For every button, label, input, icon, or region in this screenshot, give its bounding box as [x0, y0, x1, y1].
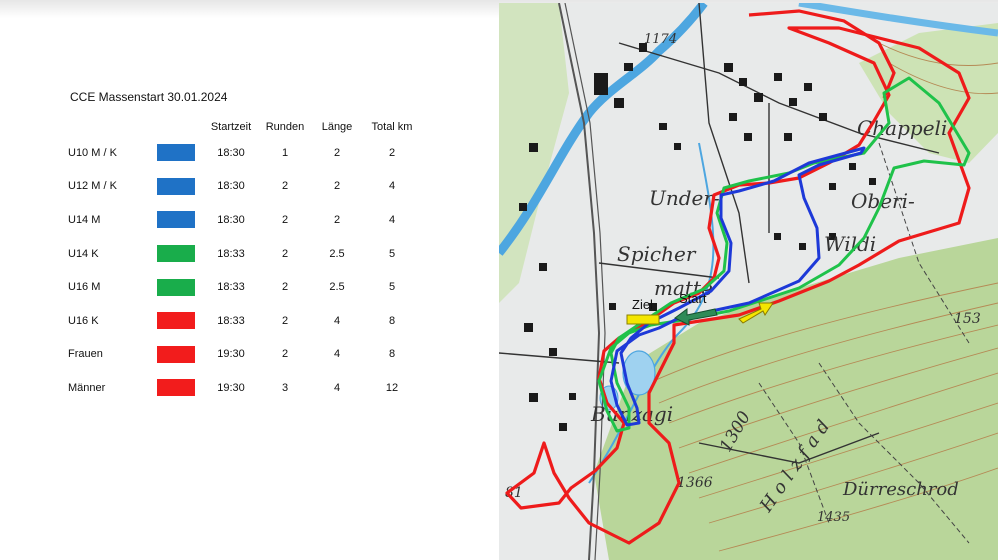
map-canvas: 1174 Chappeli Under- Oberi- Wildi Spiche… — [499, 3, 998, 560]
category-cell: U14 K — [68, 247, 99, 260]
total-km-cell: 8 — [388, 314, 396, 327]
laenge-cell: 4 — [333, 314, 341, 327]
table-header-row: Startzeit Runden Länge Total km — [62, 118, 418, 136]
total-km-cell: 4 — [388, 213, 396, 226]
runden-cell: 2 — [281, 213, 289, 226]
table-row: Männer 19:30 3 4 12 — [62, 371, 418, 405]
color-cell — [152, 371, 200, 405]
laenge-cell: 2.5 — [329, 281, 345, 294]
runden-cell: 2 — [281, 281, 289, 294]
label-elev-1366: 1366 — [677, 475, 713, 491]
total-km-cell: 12 — [385, 381, 399, 394]
laenge-cell: 2 — [333, 213, 341, 226]
label-bunzagi: Bunzagi — [590, 402, 673, 426]
label-elev-1435: 1435 — [817, 510, 850, 525]
startzeit-cell: 18:33 — [217, 314, 245, 327]
topographic-map: 1174 Chappeli Under- Oberi- Wildi Spiche… — [499, 3, 998, 560]
laenge-cell: 4 — [333, 348, 341, 361]
startzeit-cell: 19:30 — [217, 348, 245, 361]
table-row: U14 K 18:33 2 2.5 5 — [62, 237, 418, 271]
ziel-label: Ziel — [632, 297, 653, 312]
label-duerreschrod: Dürreschrod — [842, 479, 959, 500]
category-cell: Frauen — [68, 348, 103, 361]
runden-cell: 3 — [281, 381, 289, 394]
startzeit-cell: 18:33 — [217, 281, 245, 294]
header-runden: Runden — [265, 121, 305, 133]
total-km-cell: 8 — [388, 348, 396, 361]
category-cell: U10 M / K — [68, 146, 117, 159]
laenge-cell: 2 — [333, 180, 341, 193]
ziel-marker — [626, 314, 660, 325]
header-laenge: Länge — [321, 121, 353, 133]
category-cell: Männer — [68, 381, 106, 394]
route-color-swatch — [157, 312, 195, 330]
total-km-cell: 4 — [388, 180, 396, 193]
color-cell — [152, 304, 200, 338]
route-color-swatch — [157, 345, 195, 363]
table-row: Frauen 19:30 2 4 8 — [62, 338, 418, 372]
category-cell: U12 M / K — [68, 180, 117, 193]
start-label: Start — [679, 291, 707, 306]
color-cell — [152, 203, 200, 237]
label-elev-1174: 1174 — [644, 32, 677, 47]
category-cell: U16 M — [68, 281, 101, 294]
label-elev-153: 153 — [954, 311, 981, 327]
startzeit-cell: 18:30 — [217, 146, 245, 159]
total-km-cell: 2 — [388, 146, 396, 159]
category-cell: U14 M — [68, 213, 101, 226]
schedule-table: Startzeit Runden Länge Total km U10 M / … — [62, 118, 418, 405]
runden-cell: 2 — [281, 180, 289, 193]
startzeit-cell: 18:30 — [217, 213, 245, 226]
route-color-swatch — [157, 144, 195, 162]
laenge-cell: 2.5 — [329, 247, 345, 260]
table-row: U14 M 18:30 2 2 4 — [62, 203, 418, 237]
color-cell — [152, 338, 200, 372]
route-color-swatch — [157, 177, 195, 195]
color-cell — [152, 237, 200, 271]
route-color-swatch — [157, 379, 195, 397]
table-row: U10 M / K 18:30 1 2 2 — [62, 136, 418, 170]
laenge-cell: 2 — [333, 146, 341, 159]
runden-cell: 2 — [281, 314, 289, 327]
startzeit-cell: 19:30 — [217, 381, 245, 394]
table-row: U12 M / K 18:30 2 2 4 — [62, 170, 418, 204]
label-under: Under- — [649, 186, 720, 210]
color-cell — [152, 170, 200, 204]
startzeit-cell: 18:30 — [217, 180, 245, 193]
color-cell — [152, 136, 200, 170]
header-category — [62, 118, 152, 136]
table-row: U16 K 18:33 2 4 8 — [62, 304, 418, 338]
header-total-km: Total km — [371, 121, 413, 133]
total-km-cell: 5 — [388, 247, 396, 260]
route-color-swatch — [157, 278, 195, 296]
page-title: CCE Massenstart 30.01.2024 — [70, 90, 228, 104]
laenge-cell: 4 — [333, 381, 341, 394]
runden-cell: 2 — [281, 348, 289, 361]
color-cell — [152, 270, 200, 304]
header-startzeit: Startzeit — [210, 121, 252, 133]
route-color-swatch — [157, 245, 195, 263]
runden-cell: 1 — [281, 146, 289, 159]
startzeit-cell: 18:33 — [217, 247, 245, 260]
label-spicher: Spicher — [617, 242, 697, 266]
category-cell: U16 K — [68, 314, 99, 327]
route-color-swatch — [157, 211, 195, 229]
runden-cell: 2 — [281, 247, 289, 260]
total-km-cell: 5 — [388, 281, 396, 294]
header-color — [152, 118, 200, 136]
table-row: U16 M 18:33 2 2.5 5 — [62, 270, 418, 304]
